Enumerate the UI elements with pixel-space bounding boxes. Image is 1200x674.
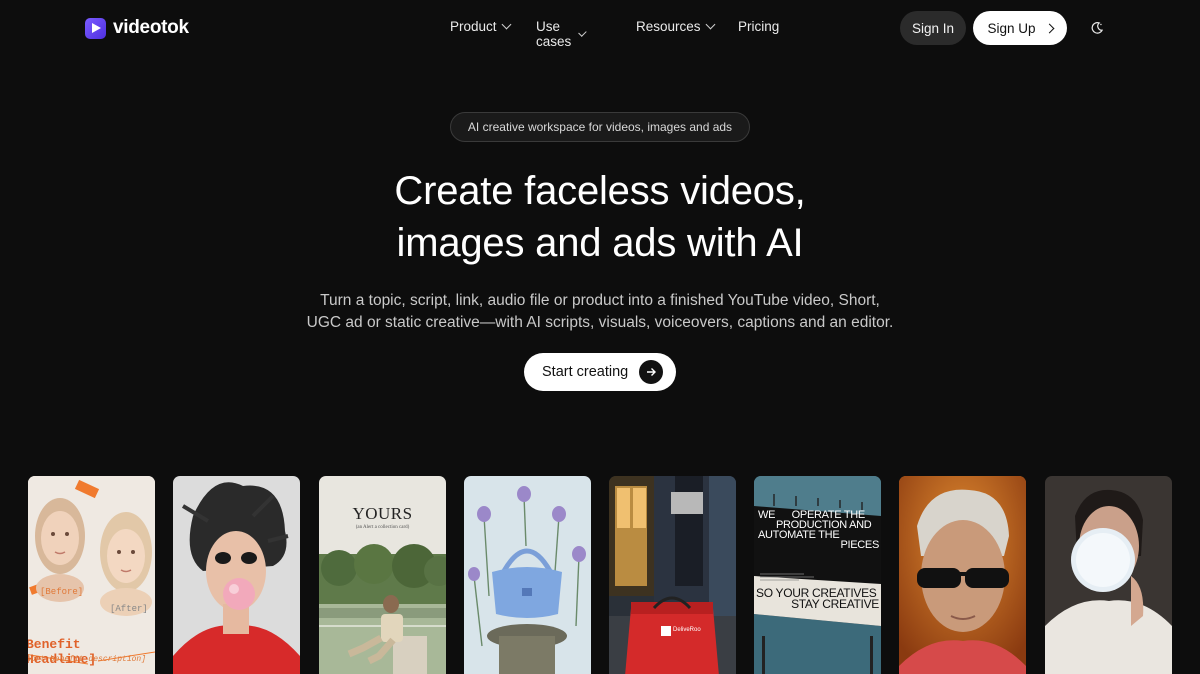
gallery-card-delivery[interactable]: DeliveRoo xyxy=(609,476,736,674)
nav-product[interactable]: Product xyxy=(450,19,511,34)
chevron-right-icon xyxy=(1044,23,1054,33)
hero-subheadline: Turn a topic, script, link, audio file o… xyxy=(0,290,1200,334)
brand-name: videotok xyxy=(113,17,189,38)
nav-resources[interactable]: Resources xyxy=(636,19,715,34)
example-gallery: [Before] [After] Benefit Headline] hort … xyxy=(0,476,1200,674)
start-creating-button[interactable]: Start creating xyxy=(524,353,676,391)
sunglasses-portrait-image xyxy=(899,476,1026,674)
headline-line-2: images and ads with AI xyxy=(396,221,804,265)
after-label: [After] xyxy=(110,604,148,614)
hero-badge: AI creative workspace for videos, images… xyxy=(450,112,750,142)
cta-label: Start creating xyxy=(542,364,629,380)
sign-in-button[interactable]: Sign In xyxy=(900,11,966,45)
arrow-right-icon xyxy=(639,360,664,384)
sub-line-2: UGC ad or static creative—with AI script… xyxy=(306,314,894,331)
moon-icon[interactable] xyxy=(1090,21,1104,35)
delivery-bag-image xyxy=(609,476,736,674)
nav-use-cases-label: Use cases xyxy=(536,19,572,49)
sign-up-label: Sign Up xyxy=(987,20,1036,36)
benefit-description: hort benefit description] xyxy=(28,655,147,664)
logo[interactable]: videotok xyxy=(85,17,189,39)
chevron-down-icon xyxy=(705,19,715,30)
billboard-headline: WE OPERATE THE PRODUCTION AND AUTOMATE T… xyxy=(758,510,881,551)
yours-title: YOURS xyxy=(352,504,413,523)
gallery-card-skincare[interactable] xyxy=(1045,476,1172,674)
billboard-subline: SO YOUR CREATIVES STAY CREATIVE xyxy=(756,587,881,611)
nav-product-label: Product xyxy=(450,19,497,34)
nav-use-cases[interactable]: Use cases xyxy=(536,19,587,49)
yours-subtitle: (an Alert a collection card) xyxy=(355,525,410,530)
billboard-subline-2: STAY CREATIVE xyxy=(791,597,879,611)
bubblegum-portrait-image xyxy=(173,476,300,674)
hero-headline: Create faceless videos, images and ads w… xyxy=(0,165,1200,269)
nav-pricing[interactable]: Pricing xyxy=(738,19,779,34)
nav-resources-label: Resources xyxy=(636,19,701,34)
chevron-down-icon xyxy=(577,27,587,37)
gallery-card-before-after[interactable]: [Before] [After] Benefit Headline] hort … xyxy=(28,476,155,674)
billboard-image xyxy=(754,476,881,674)
gallery-card-bubblegum[interactable] xyxy=(173,476,300,674)
gallery-card-sunglasses[interactable] xyxy=(899,476,1026,674)
headline-line-1: Create faceless videos, xyxy=(394,169,806,213)
gallery-card-yours[interactable]: YOURS (an Alert a collection card) xyxy=(319,476,446,674)
skincare-product-image xyxy=(1045,476,1172,674)
top-nav: videotok Product Use cases Resources Pri… xyxy=(0,0,1200,56)
gallery-card-billboard[interactable]: WE OPERATE THE PRODUCTION AND AUTOMATE T… xyxy=(754,476,881,674)
bag-brand-label: DeliveRoo xyxy=(673,627,701,633)
gallery-card-handbag[interactable] xyxy=(464,476,591,674)
chevron-down-icon xyxy=(501,19,511,30)
nav-pricing-label: Pricing xyxy=(738,19,780,34)
handbag-thistle-image xyxy=(464,476,591,674)
before-label: [Before] xyxy=(40,587,84,597)
sign-up-button[interactable]: Sign Up xyxy=(973,11,1067,45)
play-logo-icon xyxy=(85,17,106,39)
sub-line-1: Turn a topic, script, link, audio file o… xyxy=(320,292,880,309)
billboard-line-4: PIECES xyxy=(840,539,879,551)
